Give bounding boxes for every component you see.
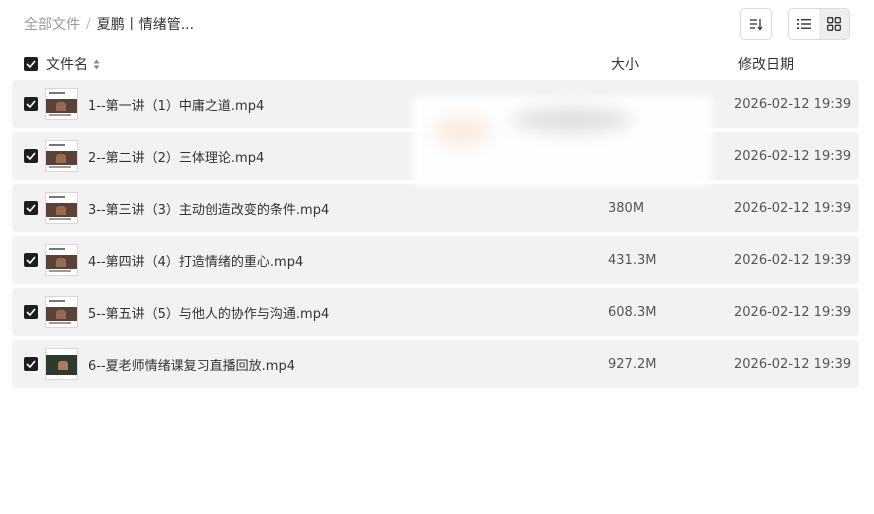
grid-view-button[interactable]	[819, 9, 849, 39]
file-date: 2026-02-12 19:39	[734, 252, 852, 268]
video-thumbnail	[45, 192, 78, 224]
file-name[interactable]: 3--第三讲（3）主动创造改变的条件.mp4	[88, 184, 329, 232]
column-header-name-label: 文件名	[46, 57, 88, 73]
checkmark-icon	[26, 308, 36, 316]
file-date: 2026-02-12 19:39	[734, 96, 852, 112]
video-thumbnail	[45, 244, 78, 276]
file-date: 2026-02-12 19:39	[734, 356, 852, 372]
table-row[interactable]: 6--夏老师情绪课复习直播回放.mp4 927.2M 2026-02-12 19…	[12, 340, 859, 388]
file-date: 2026-02-12 19:39	[734, 148, 852, 164]
row-checkbox[interactable]	[24, 149, 38, 163]
breadcrumb-separator: /	[86, 16, 91, 32]
table-header: 文件名 大小 修改日期	[12, 52, 859, 76]
row-checkbox[interactable]	[24, 357, 38, 371]
row-checkbox[interactable]	[24, 253, 38, 267]
sort-button[interactable]	[740, 8, 772, 40]
grid-view-icon	[827, 17, 841, 31]
column-header-date[interactable]: 修改日期	[738, 52, 794, 76]
checkmark-icon	[26, 152, 36, 160]
file-size: 380M	[608, 200, 645, 216]
table-row[interactable]: 3--第三讲（3）主动创造改变的条件.mp4 380M 2026-02-12 1…	[12, 184, 859, 232]
file-name[interactable]: 1--第一讲（1）中庸之道.mp4	[88, 80, 264, 128]
column-header-name[interactable]: 文件名	[46, 52, 100, 76]
file-date: 2026-02-12 19:39	[734, 304, 852, 320]
breadcrumb-root-link[interactable]: 全部文件	[24, 14, 80, 34]
file-name[interactable]: 6--夏老师情绪课复习直播回放.mp4	[88, 340, 295, 388]
select-all-cell	[24, 52, 38, 76]
video-thumbnail	[45, 140, 78, 172]
sort-arrows-icon	[93, 59, 100, 70]
video-thumbnail	[45, 88, 78, 120]
row-checkbox[interactable]	[24, 97, 38, 111]
checkmark-icon	[26, 60, 36, 68]
checkmark-icon	[26, 204, 36, 212]
breadcrumb-current-folder: 夏鹏丨情绪管...	[96, 17, 195, 33]
video-thumbnail	[45, 296, 78, 328]
column-header-size[interactable]: 大小	[611, 52, 639, 76]
list-view-button[interactable]	[789, 9, 819, 39]
file-name[interactable]: 4--第四讲（4）打造情绪的重心.mp4	[88, 236, 303, 284]
checkmark-icon	[26, 256, 36, 264]
file-size: 927.2M	[608, 356, 657, 372]
select-all-checkbox[interactable]	[24, 57, 38, 71]
file-date: 2026-02-12 19:39	[734, 200, 852, 216]
row-checkbox[interactable]	[24, 305, 38, 319]
file-name[interactable]: 2--第二讲（2）三体理论.mp4	[88, 132, 264, 180]
file-size: 608.3M	[608, 304, 657, 320]
file-name[interactable]: 5--第五讲（5）与他人的协作与沟通.mp4	[88, 288, 329, 336]
video-thumbnail	[45, 348, 78, 380]
row-checkbox[interactable]	[24, 201, 38, 215]
list-view-icon	[797, 19, 811, 29]
table-row[interactable]: 4--第四讲（4）打造情绪的重心.mp4 431.3M 2026-02-12 1…	[12, 236, 859, 284]
checkmark-icon	[26, 100, 36, 108]
checkmark-icon	[26, 360, 36, 368]
file-size: 431.3M	[608, 252, 657, 268]
view-toggle	[788, 8, 850, 40]
sort-descending-icon	[750, 19, 763, 31]
table-row[interactable]: 5--第五讲（5）与他人的协作与沟通.mp4 608.3M 2026-02-12…	[12, 288, 859, 336]
breadcrumb: 全部文件 / 夏鹏丨情绪管...	[24, 14, 194, 34]
blurred-overlay	[412, 96, 712, 186]
